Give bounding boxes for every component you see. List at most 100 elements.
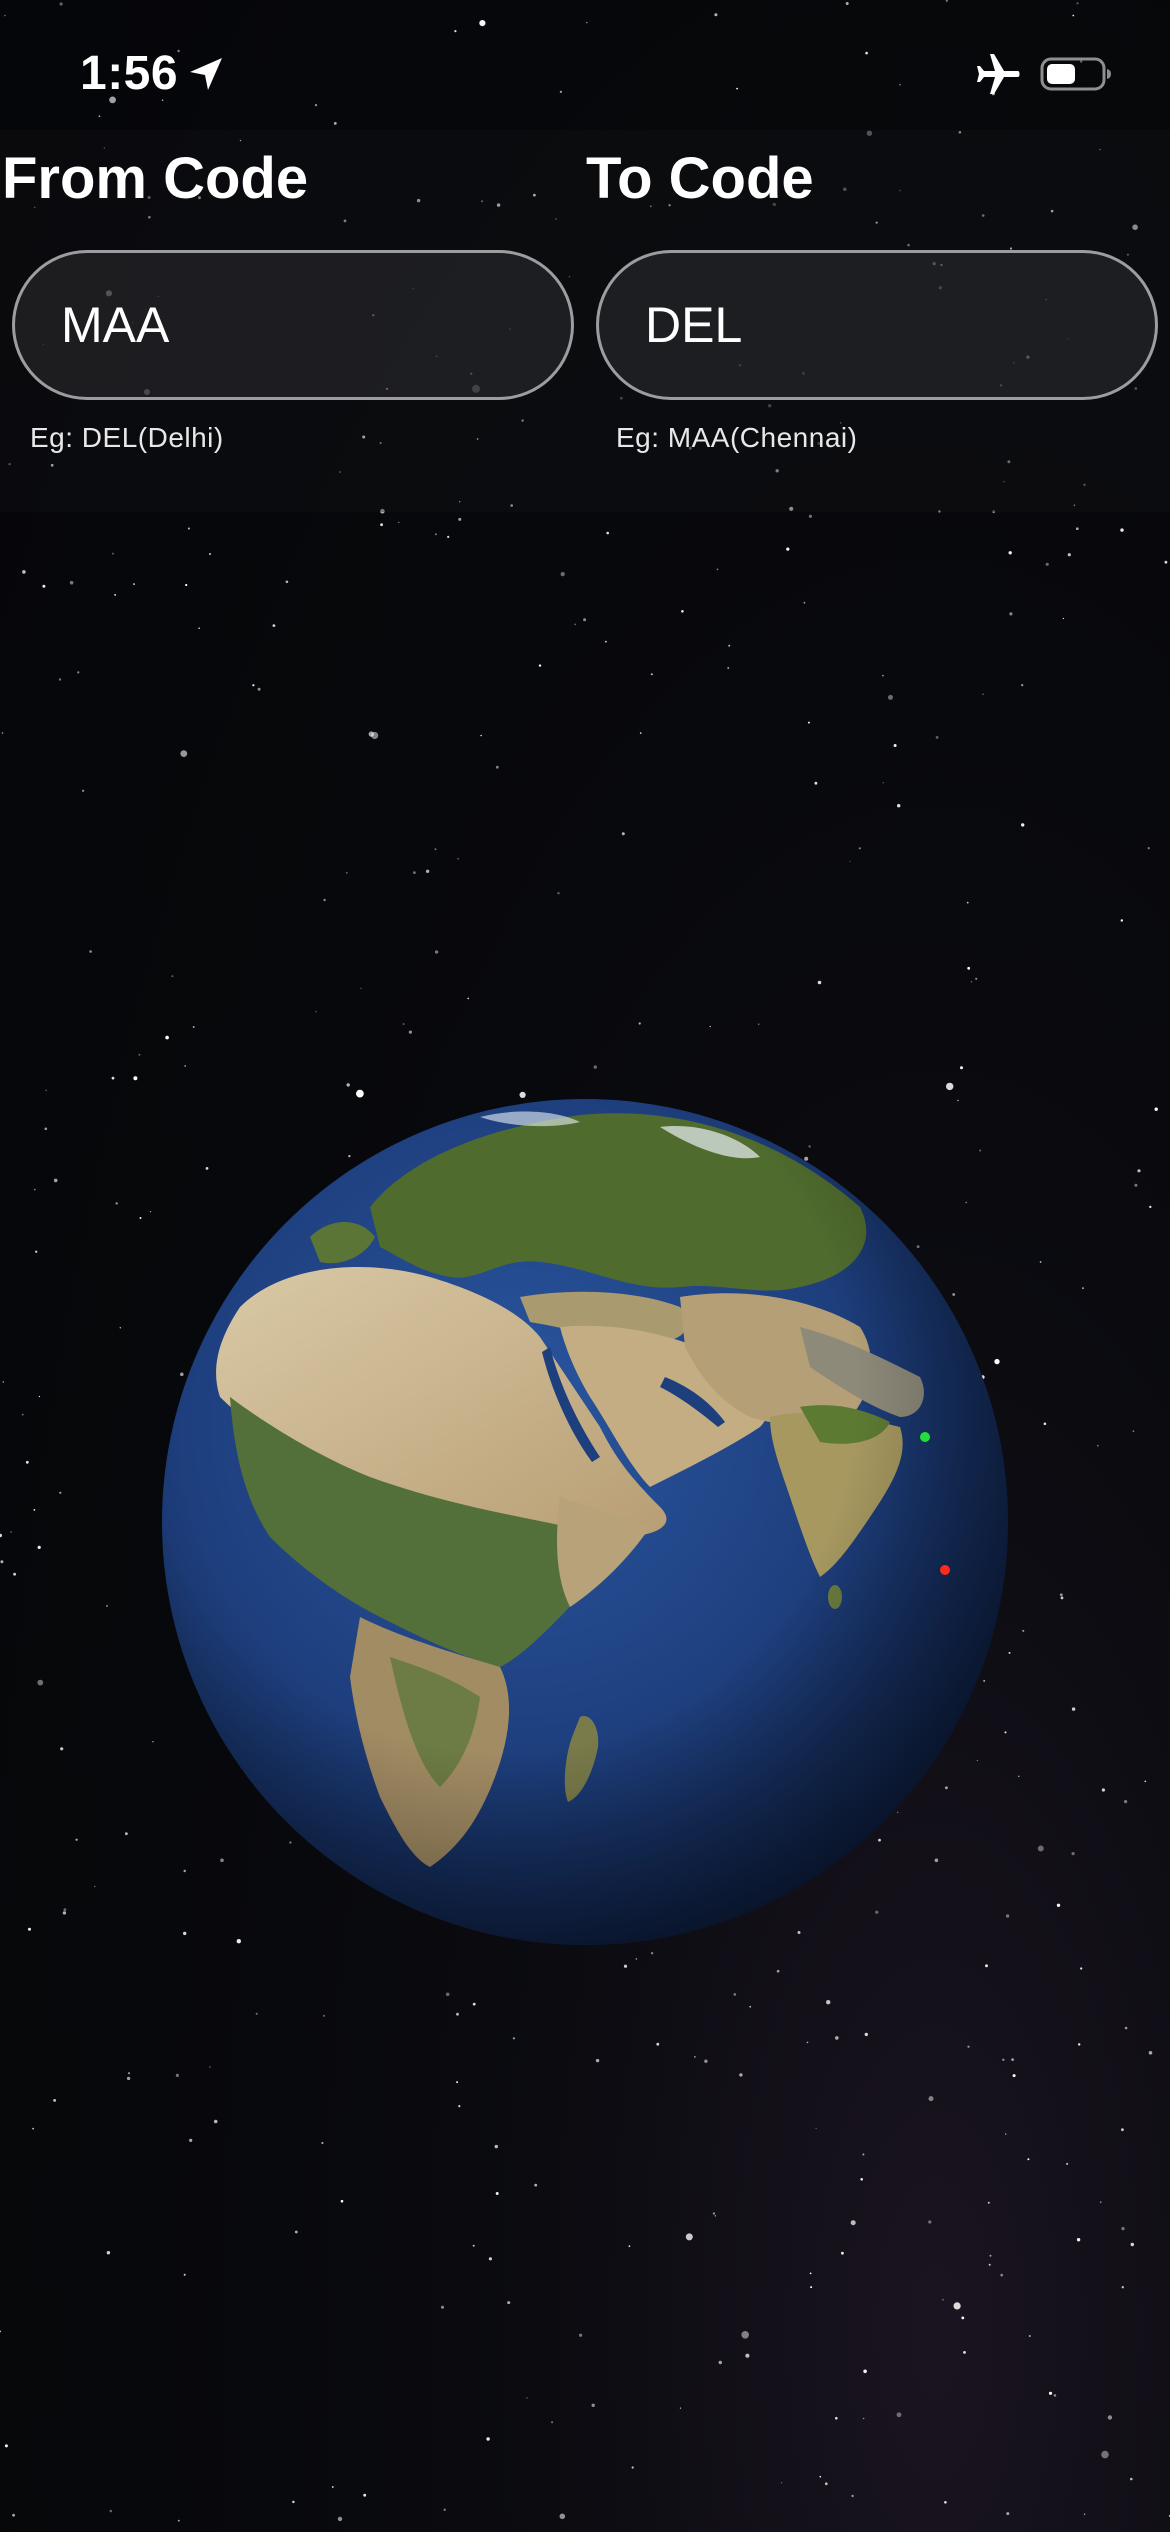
- star: [1101, 2450, 1109, 2459]
- route-input-panel: From Code MAA Eg: DEL(Delhi) To Code DEL…: [0, 130, 1170, 512]
- star: [863, 2369, 867, 2374]
- star: [413, 871, 416, 874]
- star: [967, 966, 971, 970]
- star: [323, 2015, 325, 2017]
- star: [1028, 2335, 1031, 2337]
- origin-marker[interactable]: [940, 1565, 950, 1575]
- star: [579, 2333, 583, 2337]
- location-arrow-icon: [190, 58, 222, 90]
- star: [22, 570, 26, 574]
- star: [606, 531, 609, 535]
- star: [119, 1327, 122, 1329]
- star: [815, 2127, 817, 2129]
- star: [1037, 1845, 1044, 1852]
- star: [638, 1022, 641, 1025]
- star: [94, 1885, 96, 1888]
- star: [443, 2508, 446, 2511]
- star: [4, 2444, 8, 2448]
- star: [1005, 2133, 1007, 2135]
- star: [1022, 1629, 1025, 1632]
- star: [824, 2482, 828, 2486]
- star: [494, 2144, 498, 2149]
- star: [371, 731, 379, 740]
- star: [1132, 1430, 1135, 1433]
- star: [456, 2081, 459, 2084]
- destination-marker[interactable]: [920, 1432, 930, 1442]
- star: [928, 2220, 932, 2224]
- star: [1066, 2162, 1069, 2165]
- star: [679, 2407, 682, 2409]
- star: [982, 693, 984, 695]
- from-code-input[interactable]: MAA: [12, 250, 574, 400]
- star: [1134, 1183, 1138, 1187]
- star: [1124, 1800, 1128, 1804]
- star: [13, 1572, 16, 1576]
- airplane-mode-icon: [977, 54, 1020, 94]
- star: [213, 2119, 218, 2124]
- star: [1043, 1422, 1047, 1426]
- star: [105, 1604, 109, 1607]
- star: [985, 1964, 988, 1968]
- star: [435, 950, 439, 954]
- star: [526, 2397, 528, 2399]
- star: [363, 2493, 367, 2497]
- from-code-value[interactable]: MAA: [15, 295, 169, 355]
- star: [12, 2513, 16, 2517]
- star: [819, 2475, 822, 2478]
- star: [718, 2360, 722, 2365]
- star: [1082, 1287, 1084, 1289]
- star: [841, 2251, 844, 2255]
- star: [650, 1952, 654, 1955]
- star: [712, 2212, 716, 2215]
- star: [1099, 2201, 1102, 2204]
- star: [989, 2254, 992, 2257]
- star: [1154, 1107, 1158, 1111]
- from-code-label: From Code: [2, 146, 309, 211]
- star: [111, 552, 114, 555]
- star: [115, 1202, 118, 1205]
- star: [1045, 562, 1049, 566]
- to-code-value[interactable]: DEL: [599, 295, 742, 355]
- star: [209, 553, 211, 555]
- star: [716, 568, 719, 571]
- to-code-section: To Code DEL Eg: MAA(Chennai): [586, 130, 1160, 512]
- star: [714, 2215, 716, 2217]
- star: [1130, 2242, 1135, 2247]
- star: [975, 977, 978, 980]
- star: [184, 1065, 187, 1067]
- star: [44, 1127, 48, 1131]
- star: [1000, 2273, 1003, 2277]
- star: [183, 2273, 186, 2276]
- star: [803, 601, 806, 604]
- earth-globe[interactable]: [160, 1097, 1010, 1947]
- star: [486, 2437, 490, 2441]
- star: [810, 2286, 813, 2289]
- star: [125, 1832, 128, 1836]
- star: [942, 2298, 944, 2301]
- star: [33, 1509, 36, 1511]
- star: [34, 1188, 36, 1191]
- star: [534, 2183, 538, 2187]
- star: [1, 732, 4, 734]
- star: [807, 721, 810, 724]
- star: [25, 1460, 29, 1464]
- star: [851, 2494, 854, 2498]
- from-code-hint: Eg: DEL(Delhi): [30, 422, 224, 453]
- star: [114, 594, 116, 596]
- star: [623, 1964, 628, 1968]
- to-code-input[interactable]: DEL: [596, 250, 1158, 400]
- star: [63, 1908, 67, 1911]
- star: [38, 1395, 41, 1398]
- star: [882, 782, 884, 784]
- star: [360, 987, 362, 989]
- star: [1107, 2415, 1113, 2420]
- star: [1076, 527, 1079, 530]
- star: [189, 2138, 193, 2142]
- star: [425, 869, 430, 873]
- star: [814, 781, 818, 785]
- star: [69, 580, 74, 585]
- star: [605, 640, 607, 643]
- star: [58, 678, 62, 681]
- star: [133, 1076, 138, 1081]
- star: [1124, 2026, 1128, 2030]
